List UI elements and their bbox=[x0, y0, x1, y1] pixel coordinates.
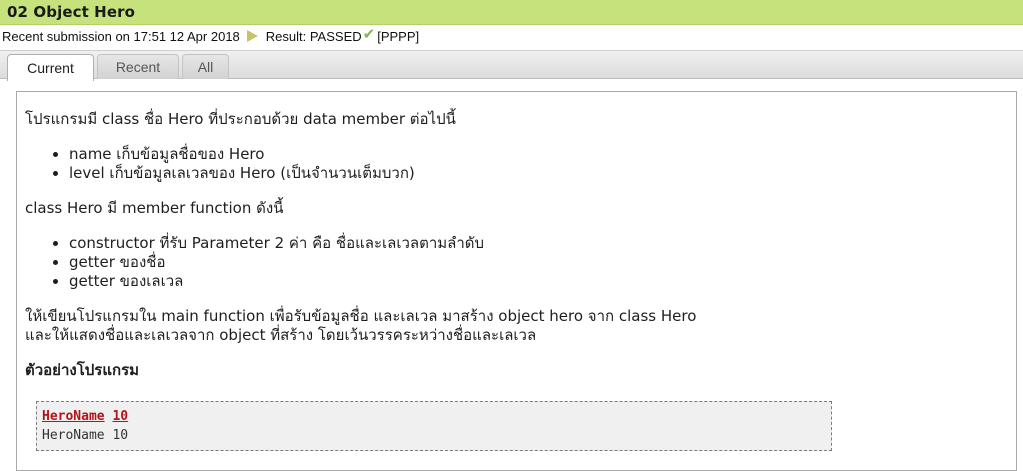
score-badge: [PPPP] bbox=[377, 28, 420, 44]
title-bar: 02 Object Hero bbox=[0, 0, 1023, 25]
tab-bar: Current Recent All bbox=[0, 50, 1023, 81]
example-code-box: HeroName 10 HeroName 10 bbox=[36, 401, 832, 451]
example-input-line: HeroName 10 bbox=[42, 407, 831, 426]
list-item: level เก็บข้อมูลเลเวลของ Hero (เป็นจำนวน… bbox=[69, 164, 1008, 183]
example-input-level: 10 bbox=[112, 409, 129, 424]
list-item: name เก็บข้อมูลชื่อของ Hero bbox=[69, 145, 1008, 164]
submission-prefix: Recent submission on bbox=[2, 28, 134, 44]
member-list: name เก็บข้อมูลชื่อของ Hero level เก็บข้… bbox=[25, 145, 1008, 183]
functions-intro: class Hero มี member function ดังนี้ bbox=[25, 199, 284, 217]
result-label: Result: PASSED bbox=[265, 28, 362, 44]
task-line-2: และให้แสดงชื่อและเลเวลจาก object ที่สร้า… bbox=[25, 326, 537, 344]
example-input-name: HeroName bbox=[42, 409, 105, 424]
submission-status: Recent submission on 17:51 12 Apr 2018 R… bbox=[0, 25, 1023, 47]
tab-current[interactable]: Current bbox=[7, 54, 94, 81]
example-heading: ตัวอย่างโปรแกรม bbox=[25, 361, 140, 379]
submission-time: 17:51 12 Apr 2018 bbox=[133, 28, 240, 44]
list-item: getter ของเลเวล bbox=[69, 272, 1008, 291]
check-icon: ✔ bbox=[362, 25, 376, 43]
tab-all[interactable]: All bbox=[182, 54, 229, 79]
flag-icon[interactable] bbox=[246, 30, 258, 42]
problem-title: 02 Object Hero bbox=[7, 3, 136, 21]
list-item: constructor ที่รับ Parameter 2 ค่า คือ ช… bbox=[69, 234, 1008, 253]
intro-text: โปรแกรมมี class ชื่อ Hero ที่ประกอบด้วย … bbox=[25, 110, 456, 128]
list-item: getter ของชื่อ bbox=[69, 253, 1008, 272]
task-line-1: ให้เขียนโปรแกรมใน main function เพื่อรับ… bbox=[25, 307, 697, 325]
tab-recent[interactable]: Recent bbox=[97, 54, 179, 79]
example-output-line: HeroName 10 bbox=[42, 428, 129, 443]
function-list: constructor ที่รับ Parameter 2 ค่า คือ ช… bbox=[25, 234, 1008, 291]
problem-panel: โปรแกรมมี class ชื่อ Hero ที่ประกอบด้วย … bbox=[16, 91, 1017, 471]
problem-statement: โปรแกรมมี class ชื่อ Hero ที่ประกอบด้วย … bbox=[25, 110, 1008, 380]
